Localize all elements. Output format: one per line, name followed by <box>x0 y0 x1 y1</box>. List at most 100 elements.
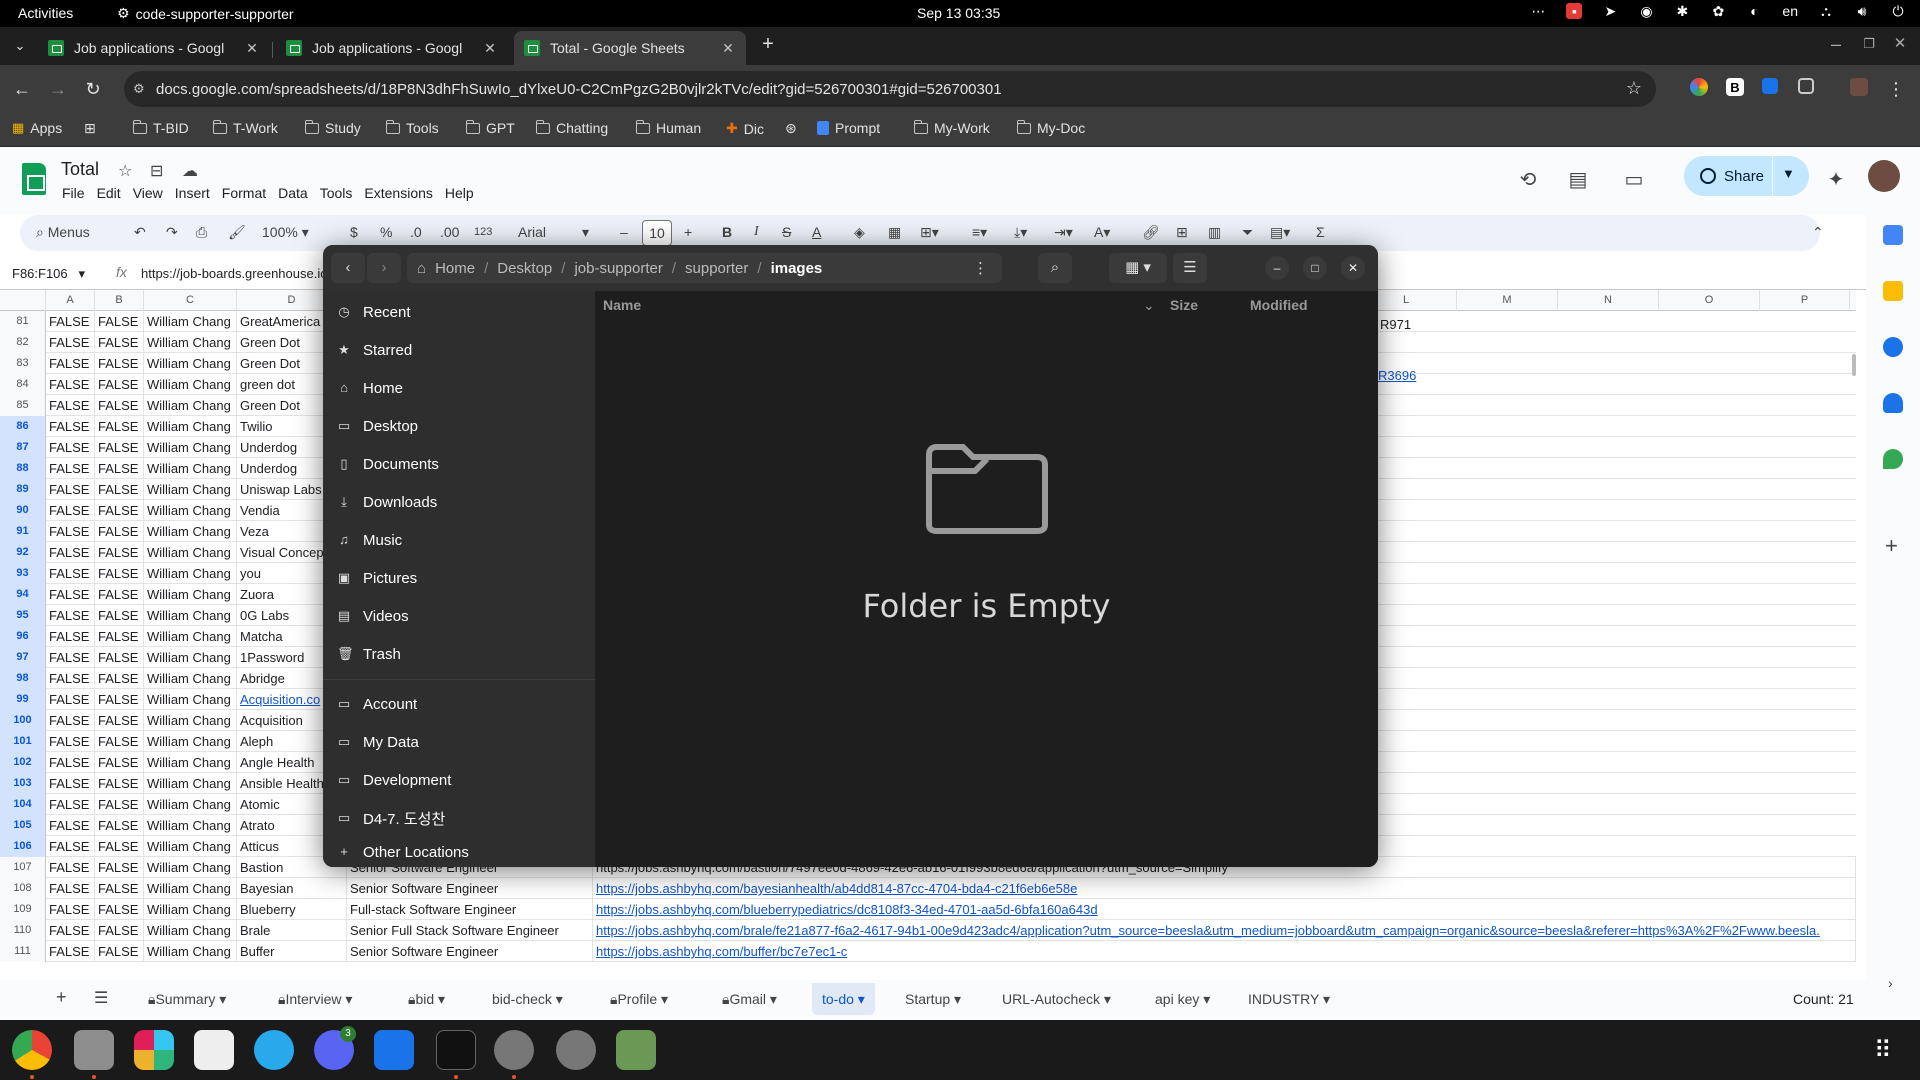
text-wrap-icon[interactable]: ⇥▾ <box>1054 224 1073 241</box>
bookmark-dic[interactable]: ✚ Dic <box>726 120 764 137</box>
bookmark-folder-my-doc[interactable]: My-Doc <box>1017 119 1085 136</box>
color-extension-icon[interactable] <box>1690 78 1708 96</box>
trash-icon[interactable] <box>616 1030 656 1070</box>
sidebar-bookmark[interactable]: ▭ My Data <box>337 731 419 753</box>
row-number[interactable]: 103 <box>0 773 46 794</box>
menu-help[interactable]: Help <box>445 185 483 201</box>
cell-l84[interactable]: R3696 <box>1378 368 1416 383</box>
cell-a[interactable]: FALSE <box>46 500 95 521</box>
slack-icon[interactable] <box>134 1030 174 1070</box>
row-number[interactable]: 107 <box>0 857 46 878</box>
sheet-tab-startup[interactable]: Startup ▾ <box>905 991 961 1008</box>
maps-icon[interactable] <box>1883 449 1903 469</box>
cell-e[interactable]: Full-stack Software Engineer <box>347 899 593 920</box>
chrome-icon[interactable] <box>12 1030 52 1070</box>
italic-button[interactable]: I <box>754 224 759 240</box>
row-number[interactable]: 100 <box>0 710 46 731</box>
cell-c[interactable]: William Chang <box>144 353 237 374</box>
sheet-tab-summary[interactable]: 🔒︎Summary ▾ <box>148 991 226 1008</box>
row-number[interactable]: 84 <box>0 374 46 395</box>
name-box[interactable]: F86:F106 ▾ <box>12 266 85 282</box>
telegram-icon[interactable]: ➤ <box>1602 3 1618 19</box>
view-toggle-button[interactable]: ▦ ▾ <box>1109 253 1167 283</box>
cell-c[interactable]: William Chang <box>144 500 237 521</box>
cell-b[interactable]: FALSE <box>95 689 144 710</box>
share-dropdown-icon[interactable]: ▼ <box>1782 166 1795 181</box>
cell-c[interactable]: William Chang <box>144 374 237 395</box>
bold-button[interactable]: B <box>722 224 732 240</box>
cell-b[interactable]: FALSE <box>95 626 144 647</box>
cell-a[interactable]: FALSE <box>46 941 95 962</box>
cell-a[interactable]: FALSE <box>46 689 95 710</box>
maximize-icon[interactable]: □ <box>1303 256 1327 280</box>
cell-b[interactable]: FALSE <box>95 605 144 626</box>
meet-icon[interactable]: ▭ <box>1622 167 1646 191</box>
back-button[interactable]: ‹ <box>331 253 365 283</box>
sidebar-item-downloads[interactable]: ⤓ Downloads <box>337 491 437 513</box>
cell-c[interactable]: William Chang <box>144 815 237 836</box>
row-number[interactable]: 106 <box>0 836 46 857</box>
cell-b[interactable]: FALSE <box>95 794 144 815</box>
cell-b[interactable]: FALSE <box>95 857 144 878</box>
menu-insert[interactable]: Insert <box>175 185 219 201</box>
cell-b[interactable]: FALSE <box>95 500 144 521</box>
sidebar-item-recent[interactable]: ◷ Recent <box>337 301 410 323</box>
cell-a[interactable]: FALSE <box>46 416 95 437</box>
bookmark-prompt[interactable]: Prompt <box>817 120 880 136</box>
column-header-m[interactable]: M <box>1457 290 1558 311</box>
cell-a[interactable]: FALSE <box>46 605 95 626</box>
decrease-decimal-button[interactable]: .0 <box>410 224 422 240</box>
path-supporter[interactable]: supporter <box>676 260 757 277</box>
cell-b[interactable]: FALSE <box>95 836 144 857</box>
cell-a[interactable]: FALSE <box>46 458 95 479</box>
path-desktop[interactable]: Desktop <box>488 260 561 277</box>
cell-c[interactable]: William Chang <box>144 710 237 731</box>
cell-c[interactable]: William Chang <box>144 416 237 437</box>
sidebar-bookmark[interactable]: ▭ Account <box>337 693 417 715</box>
row-number[interactable]: 102 <box>0 752 46 773</box>
row-number[interactable]: 89 <box>0 479 46 500</box>
reload-icon[interactable]: ↻ <box>83 79 103 99</box>
discord-icon[interactable]: ◉ <box>1638 3 1654 19</box>
cell-c[interactable]: William Chang <box>144 899 237 920</box>
profile-avatar-icon[interactable] <box>1850 78 1868 96</box>
bookmark-folder-t-work[interactable]: T-Work <box>213 119 278 136</box>
column-header-a[interactable]: A <box>46 290 95 311</box>
cell-l81[interactable]: R971 <box>1380 317 1411 332</box>
undo-icon[interactable]: ↶ <box>134 224 146 241</box>
cell-a[interactable]: FALSE <box>46 437 95 458</box>
row-number[interactable]: 110 <box>0 920 46 941</box>
row-number[interactable]: 88 <box>0 458 46 479</box>
cell-b[interactable]: FALSE <box>95 374 144 395</box>
sheet-tab-api-key[interactable]: api key ▾ <box>1155 991 1210 1008</box>
show-apps-icon[interactable]: ⠿ <box>1874 1036 1892 1065</box>
cell-a[interactable]: FALSE <box>46 542 95 563</box>
close-icon[interactable]: ✕ <box>1341 256 1365 280</box>
sidebar-item-desktop[interactable]: ▭ Desktop <box>337 415 418 437</box>
row-number[interactable]: 99 <box>0 689 46 710</box>
text-editor-icon[interactable] <box>194 1030 234 1070</box>
files-icon[interactable] <box>74 1030 114 1070</box>
horizontal-align-icon[interactable]: ≡▾ <box>972 224 987 241</box>
sidebar-other-locations[interactable]: + Other Locations <box>337 841 469 863</box>
cell-b[interactable]: FALSE <box>95 941 144 962</box>
cell-f[interactable]: https://jobs.ashbyhq.com/blueberrypediat… <box>593 899 1856 920</box>
close-tab-icon[interactable]: ✕ <box>482 40 498 57</box>
bookmark-folder-my-work[interactable]: My-Work <box>914 119 990 136</box>
cell-a[interactable]: FALSE <box>46 752 95 773</box>
tasks-icon[interactable] <box>1883 337 1903 357</box>
cell-b[interactable]: FALSE <box>95 773 144 794</box>
record-icon[interactable]: ▪ <box>1566 3 1583 19</box>
main-menu-button[interactable]: ☰ <box>1173 253 1207 283</box>
menu-format[interactable]: Format <box>222 185 275 201</box>
chatgpt-icon[interactable]: ✿ <box>1710 3 1726 19</box>
cell-a[interactable]: FALSE <box>46 794 95 815</box>
increase-decimal-button[interactable]: .00 <box>440 224 459 240</box>
clock[interactable]: Sep 13 03:35 <box>917 5 1000 21</box>
row-number[interactable]: 91 <box>0 521 46 542</box>
text-color-button[interactable]: A <box>812 224 821 240</box>
keep-icon[interactable] <box>1883 281 1903 301</box>
cell-c[interactable]: William Chang <box>144 773 237 794</box>
bookmark-folder-t-bid[interactable]: T-BID <box>133 119 189 136</box>
bookmark-folder-chatting[interactable]: Chatting <box>536 119 608 136</box>
